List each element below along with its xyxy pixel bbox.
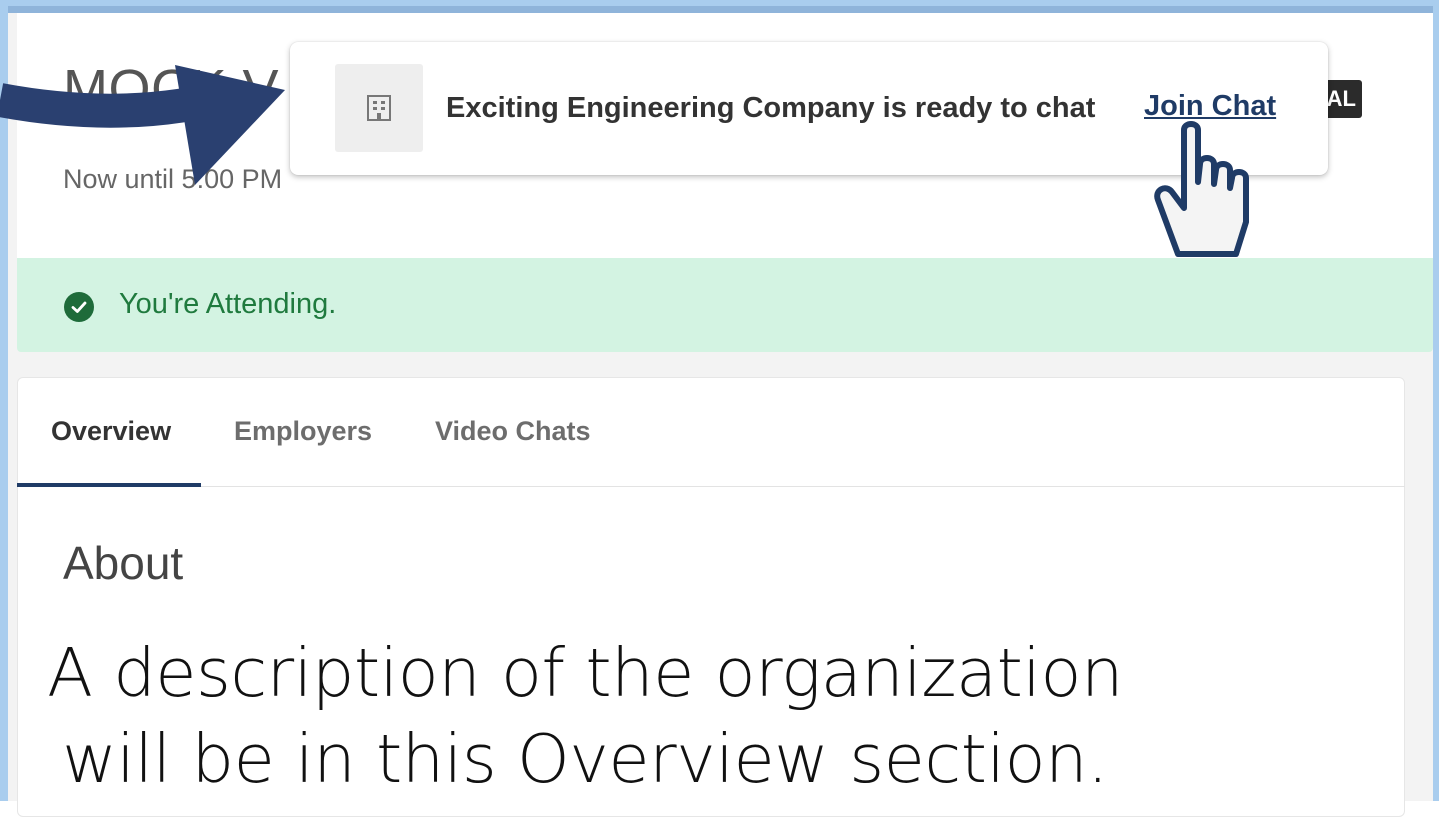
overview-description: A description of the organization will b… <box>47 634 1123 798</box>
tabs-divider <box>17 486 1405 487</box>
hand-cursor-icon <box>1154 121 1249 257</box>
active-tab-indicator <box>17 483 201 487</box>
building-icon <box>335 64 423 152</box>
tab-video-chats[interactable]: Video Chats <box>435 416 591 447</box>
about-heading: About <box>63 537 184 589</box>
top-strip <box>8 6 1433 13</box>
notification-message: Exciting Engineering Company is ready to… <box>446 92 1096 124</box>
check-circle-icon <box>64 292 94 322</box>
pointer-arrow-icon <box>0 65 285 185</box>
tab-overview[interactable]: Overview <box>51 416 171 447</box>
tab-employers[interactable]: Employers <box>234 416 372 447</box>
attending-status: You're Attending. <box>119 288 337 320</box>
event-badge: AL <box>1322 80 1362 118</box>
